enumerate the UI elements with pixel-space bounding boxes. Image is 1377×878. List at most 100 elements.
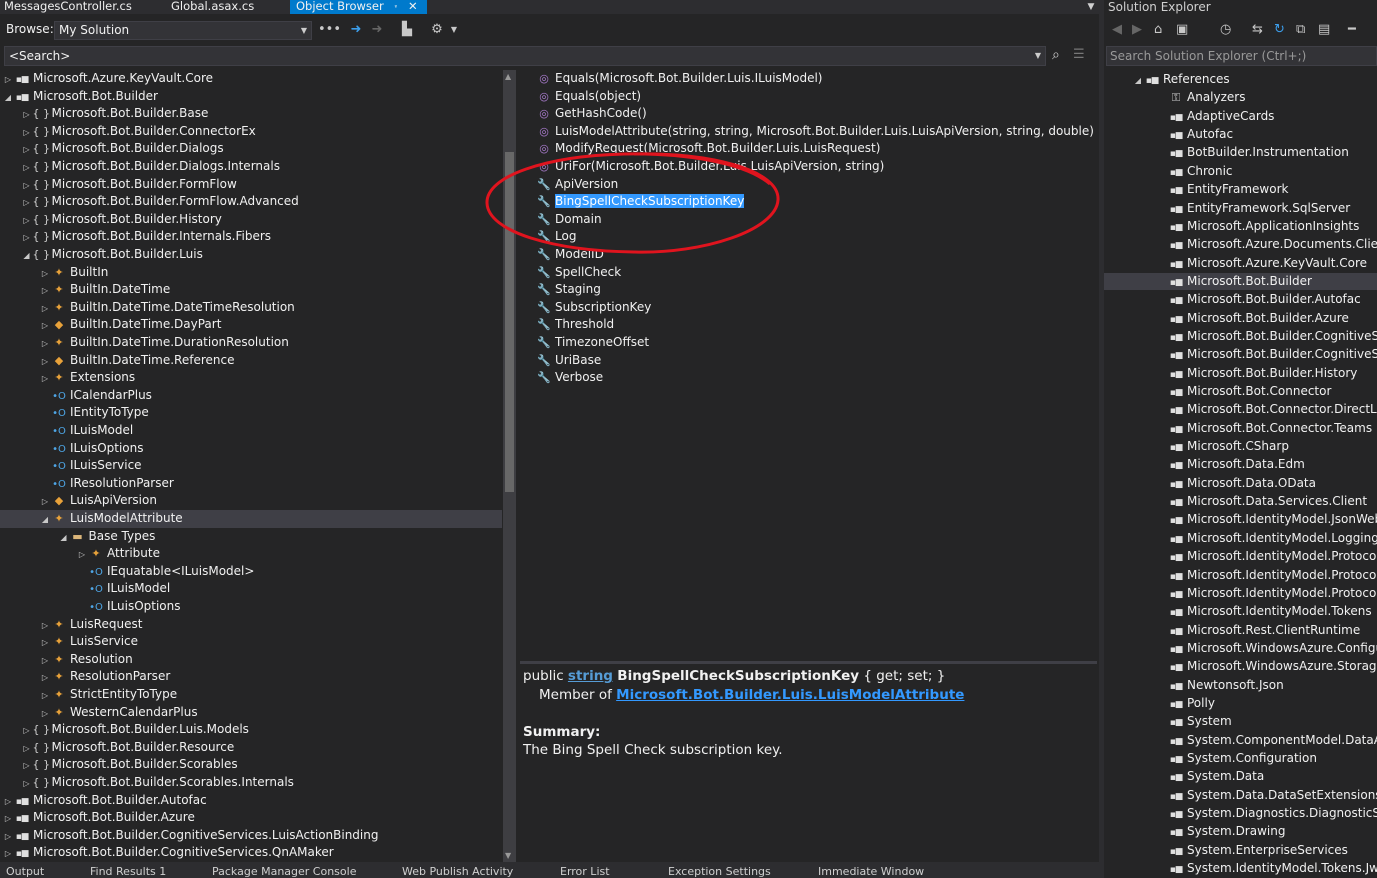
add-reference-icon[interactable]: ▙ <box>398 21 416 39</box>
reference-item[interactable]: ▪■ Microsoft.Bot.Builder <box>1104 272 1377 291</box>
tree-node[interactable]: ▷ ✦ BuiltIn.DateTime.DateTimeResolution <box>0 299 502 317</box>
tree-node[interactable]: ◢ ▬ Base Types <box>0 528 502 546</box>
tree-node[interactable]: ▷ ▪■ Microsoft.Bot.Builder.Autofac <box>0 792 502 810</box>
expand-arrow-icon[interactable]: ▷ <box>21 722 33 740</box>
reference-item[interactable]: ▪■ Chronic <box>1104 163 1377 181</box>
reference-item[interactable]: ▪■ Microsoft.Azure.KeyVault.Core <box>1104 255 1377 273</box>
reference-item[interactable]: ▪■ Microsoft.IdentityModel.Protocol.E <box>1104 548 1377 566</box>
tree-node[interactable]: •O ILuisOptions <box>0 598 502 616</box>
member-item[interactable]: 🔧 Staging <box>520 281 1098 299</box>
reference-item[interactable]: ▪■ System.EnterpriseServices <box>1104 842 1377 860</box>
bottom-tab[interactable]: Error List <box>560 865 610 878</box>
collapse-all-icon[interactable]: ⧉ <box>1296 22 1305 37</box>
tree-node[interactable]: ▷ ✦ BuiltIn.DateTime <box>0 281 502 299</box>
bottom-tab[interactable]: Output <box>6 865 44 878</box>
reference-item[interactable]: ▪■ Microsoft.IdentityModel.Tokens <box>1104 603 1377 621</box>
expand-arrow-icon[interactable]: ▷ <box>39 617 51 635</box>
member-item[interactable]: 🔧 TimezoneOffset <box>520 334 1098 352</box>
reference-item[interactable]: ▪■ Microsoft.WindowsAzure.Storage <box>1104 658 1377 676</box>
reference-item[interactable]: ▪■ System.Data <box>1104 768 1377 786</box>
tree-node[interactable]: ▷ ✦ LuisService <box>0 633 502 651</box>
reference-item[interactable]: ▪■ Microsoft.CSharp <box>1104 438 1377 456</box>
collapse-arrow-icon[interactable]: ◢ <box>58 529 70 547</box>
reference-item[interactable]: ▪■ Microsoft.Rest.ClientRuntime <box>1104 622 1377 640</box>
reference-item[interactable]: ▪■ Microsoft.Bot.Connector.Teams <box>1104 420 1377 438</box>
expand-arrow-icon[interactable]: ▷ <box>21 212 33 230</box>
reference-item[interactable]: ▪■ BotBuilder.Instrumentation <box>1104 144 1377 162</box>
type-link[interactable]: string <box>568 668 613 684</box>
expand-arrow-icon[interactable]: ▷ <box>39 493 51 511</box>
expand-arrow-icon[interactable]: ▷ <box>39 687 51 705</box>
bottom-tab[interactable]: Exception Settings <box>668 865 771 878</box>
expand-arrow-icon[interactable]: ▷ <box>39 317 51 335</box>
expand-arrow-icon[interactable]: ▷ <box>39 335 51 353</box>
reference-item[interactable]: ▪■System.Diagnostics.DiagnosticSour <box>1104 805 1377 823</box>
bottom-tab[interactable]: Package Manager Console <box>212 865 356 878</box>
tree-node[interactable]: ▷{ } Microsoft.Bot.Builder.Scorables.Inte… <box>0 774 502 792</box>
tree-node[interactable]: ▷{ } Microsoft.Bot.Builder.ConnectorEx <box>0 123 502 141</box>
tree-node[interactable]: ▷{ } Microsoft.Bot.Builder.Resource <box>0 739 502 757</box>
tree-node[interactable]: ▷{ } Microsoft.Bot.Builder.Scorables <box>0 756 502 774</box>
tree-node[interactable]: ▷{ } Microsoft.Bot.Builder.Luis.Models <box>0 721 502 739</box>
reference-item[interactable]: ▪■ EntityFramework.SqlServer <box>1104 200 1377 218</box>
settings-dropdown-icon[interactable]: ▼ <box>449 21 459 39</box>
tree-node[interactable]: ▷ ▪■ Microsoft.Bot.Builder.CognitiveServic… <box>0 827 502 845</box>
reference-item[interactable]: ▪■ Microsoft.Data.Services.Client <box>1104 493 1377 511</box>
tree-node[interactable]: ▷ ▪■ Microsoft.Bot.Builder.Azure <box>0 809 502 827</box>
sync-icon[interactable]: ⇆ <box>1252 22 1263 37</box>
tree-node[interactable]: ▷{ } Microsoft.Bot.Builder.History <box>0 211 502 229</box>
expand-arrow-icon[interactable]: ▷ <box>21 229 33 247</box>
bottom-tab[interactable]: Find Results 1 <box>90 865 166 878</box>
expand-arrow-icon[interactable]: ▷ <box>21 124 33 142</box>
tree-node[interactable]: ▷ ◆ LuisApiVersion <box>0 492 502 510</box>
reference-item[interactable]: ▪■ Microsoft.ApplicationInsights <box>1104 218 1377 236</box>
expand-arrow-icon[interactable]: ▷ <box>39 370 51 388</box>
expand-arrow-icon[interactable]: ▷ <box>21 106 33 124</box>
collapse-arrow-icon[interactable]: ◢ <box>21 247 33 265</box>
tree-node[interactable]: ▷{ } Microsoft.Bot.Builder.FormFlow.Advan… <box>0 193 502 211</box>
reference-item[interactable]: ▪■ Newtonsoft.Json <box>1104 677 1377 695</box>
tree-node[interactable]: •O ILuisModel <box>0 580 502 598</box>
expand-arrow-icon[interactable]: ▷ <box>21 159 33 177</box>
tree-node[interactable]: ◢ ▪■ Microsoft.Bot.Builder <box>0 88 502 106</box>
reference-item[interactable]: ▪■ Microsoft.IdentityModel.Protocols <box>1104 567 1377 585</box>
reference-item[interactable]: ▪■ Microsoft.Data.OData <box>1104 475 1377 493</box>
search-options-icon[interactable]: ☰ <box>1073 47 1089 65</box>
tree-node[interactable]: •O ILuisService <box>0 457 502 475</box>
tree-node[interactable]: ▷ ✦ BuiltIn <box>0 264 502 282</box>
member-item[interactable]: ◎ Equals(object) <box>520 88 1098 106</box>
bottom-tab[interactable]: Immediate Window <box>818 865 924 878</box>
more-options-icon[interactable]: ••• <box>318 21 341 39</box>
expand-arrow-icon[interactable]: ▷ <box>39 265 51 283</box>
reference-item[interactable]: ▪■ Microsoft.Data.Edm <box>1104 456 1377 474</box>
collapse-arrow-icon[interactable]: ◢ <box>39 511 51 529</box>
reference-item[interactable]: ▪■ System.Configuration <box>1104 750 1377 768</box>
tab-global-asax[interactable]: Global.asax.cs <box>171 0 254 14</box>
reference-item[interactable]: ▪■ System.Drawing <box>1104 823 1377 841</box>
reference-item[interactable]: ▪■ Microsoft.Bot.Builder.History <box>1104 365 1377 383</box>
tree-node[interactable]: •O ILuisOptions <box>0 440 502 458</box>
tree-node[interactable]: •O IEntityToType <box>0 404 502 422</box>
reference-item[interactable]: ▪■ Microsoft.IdentityModel.JsonWebTo <box>1104 511 1377 529</box>
tree-node[interactable]: ◢ ✦ LuisModelAttribute <box>0 510 502 528</box>
references-node[interactable]: ◢ ▪■ References <box>1104 71 1377 89</box>
expand-arrow-icon[interactable]: ▷ <box>39 705 51 723</box>
member-item[interactable]: 🔧 UriBase <box>520 352 1098 370</box>
tree-node[interactable]: ▷ ✦ Resolution <box>0 651 502 669</box>
gear-icon[interactable]: ⚙ <box>428 21 446 39</box>
tree-node[interactable]: •O ICalendarPlus <box>0 387 502 405</box>
expand-arrow-icon[interactable]: ▷ <box>21 775 33 793</box>
member-item[interactable]: 🔧 SpellCheck <box>520 264 1098 282</box>
tree-node[interactable]: ▷ ▪■ Microsoft.Bot.Builder.CognitiveServic… <box>0 844 502 862</box>
expand-arrow-icon[interactable]: ▷ <box>21 194 33 212</box>
reference-item[interactable]: ▪■ Microsoft.IdentityModel.Logging <box>1104 530 1377 548</box>
expand-arrow-icon[interactable]: ▷ <box>21 757 33 775</box>
reference-item[interactable]: ▪■Microsoft.Bot.Builder.CognitiveServ <box>1104 346 1377 364</box>
forward-arrow-icon[interactable]: ▶ <box>1132 22 1142 37</box>
tree-node[interactable]: ◢{ } Microsoft.Bot.Builder.Luis <box>0 246 502 264</box>
reference-item[interactable]: ▪■ Microsoft.Bot.Connector <box>1104 383 1377 401</box>
close-icon[interactable]: ✕ <box>408 0 418 13</box>
show-all-files-icon[interactable]: ▤ <box>1318 22 1330 37</box>
back-arrow-icon[interactable]: ➜ <box>347 21 365 39</box>
reference-item[interactable]: ▪■ Polly <box>1104 695 1377 713</box>
